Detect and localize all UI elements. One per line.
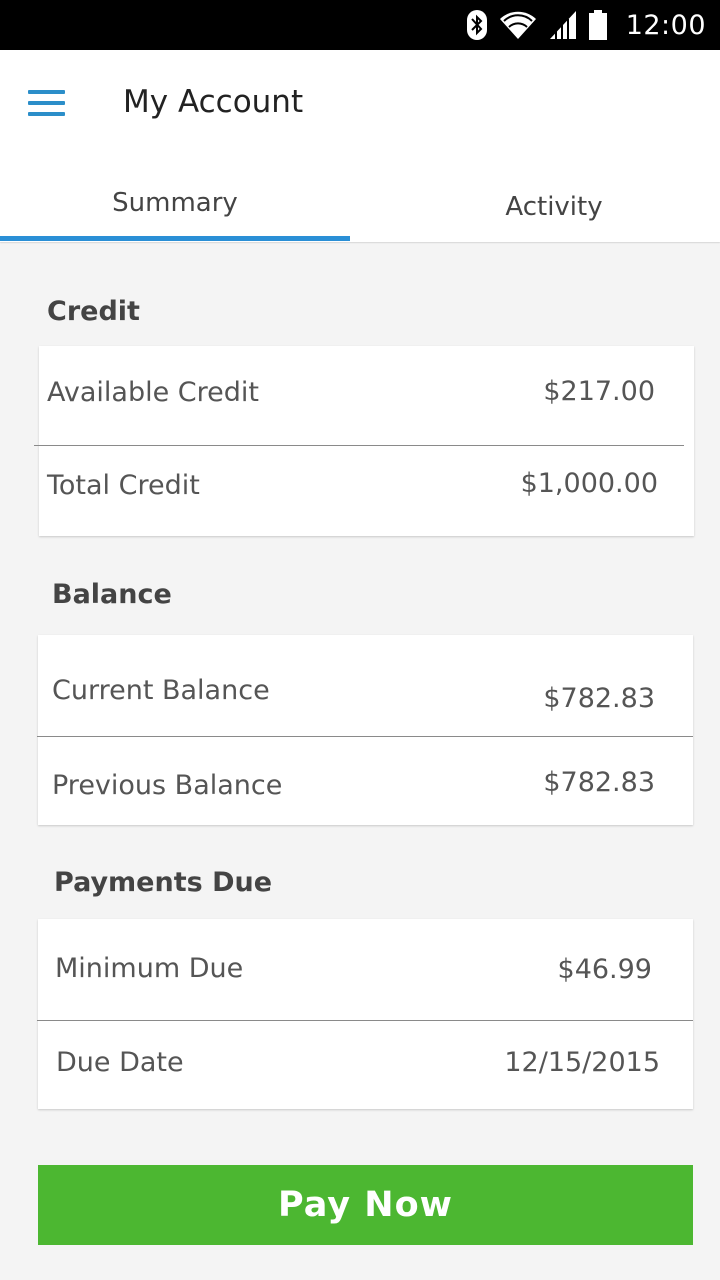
credit-card: Available Credit $217.00 Total Credit $1…: [34, 346, 694, 536]
minimum-due-label: Minimum Due: [55, 953, 244, 984]
previous-balance-label: Previous Balance: [52, 770, 283, 801]
due-date-value: 12/15/2015: [504, 1047, 660, 1078]
page-title: My Account: [123, 84, 304, 120]
available-credit-row: Available Credit $217.00: [39, 346, 694, 445]
total-credit-row: Total Credit $1,000.00: [39, 446, 694, 536]
payments-section-title: Payments Due: [54, 867, 273, 898]
total-credit-value: $1,000.00: [520, 468, 658, 499]
previous-balance-row: Previous Balance $782.83: [38, 737, 693, 825]
app-bar: My Account Summary Activity: [0, 50, 720, 242]
tab-summary-label: Summary: [112, 188, 238, 218]
bluetooth-icon: [466, 10, 487, 40]
balance-section-title: Balance: [52, 579, 172, 610]
previous-balance-value: $782.83: [543, 767, 655, 798]
minimum-due-value: $46.99: [557, 954, 652, 985]
hamburger-menu-icon[interactable]: [28, 90, 66, 118]
tab-selected-indicator: [0, 236, 350, 241]
available-credit-value: $217.00: [543, 376, 655, 407]
status-icons: 12:00: [466, 8, 706, 42]
tab-summary[interactable]: Summary: [0, 174, 350, 242]
due-date-row: Due Date 12/15/2015: [38, 1021, 693, 1109]
wifi-icon: [499, 11, 536, 39]
battery-icon: [588, 10, 607, 40]
status-bar: 12:00: [0, 0, 720, 50]
due-date-label: Due Date: [56, 1047, 184, 1078]
current-balance-label: Current Balance: [52, 675, 270, 706]
tab-activity-label: Activity: [505, 192, 603, 222]
credit-section-title: Credit: [47, 296, 140, 327]
cell-signal-icon: [549, 11, 576, 39]
pay-now-button[interactable]: Pay Now: [38, 1165, 693, 1245]
current-balance-value: $782.83: [543, 683, 655, 714]
available-credit-label: Available Credit: [47, 377, 259, 408]
total-credit-label: Total Credit: [47, 470, 200, 501]
minimum-due-row: Minimum Due $46.99: [38, 919, 693, 1020]
current-balance-row: Current Balance $782.83: [38, 635, 693, 736]
payments-card: Minimum Due $46.99 Due Date 12/15/2015: [37, 919, 693, 1109]
balance-card: Current Balance $782.83 Previous Balance…: [37, 635, 693, 825]
tab-activity[interactable]: Activity: [370, 174, 720, 242]
status-time: 12:00: [625, 9, 706, 41]
